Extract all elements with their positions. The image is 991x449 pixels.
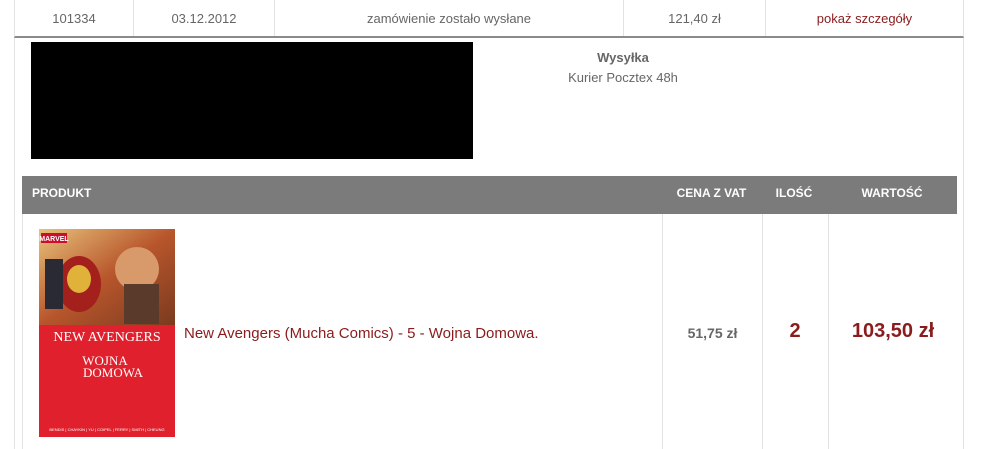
header-product: PRODUKT: [32, 186, 92, 200]
table-row: MARVEL NEW AVENGERS WOJNA DOMOWA BENDIS …: [22, 214, 957, 449]
cover-credits: BENDIS | CHAYKIN | YU | COIPEL | FERRY |…: [49, 427, 164, 432]
header-price: CENA Z VAT: [676, 186, 747, 200]
quantity: 2: [789, 320, 801, 342]
line-value: 103,50 zł: [851, 320, 935, 342]
product-cover-image[interactable]: MARVEL NEW AVENGERS WOJNA DOMOWA BENDIS …: [39, 229, 175, 437]
shipping-title: Wysyłka: [597, 50, 649, 65]
cover-title: NEW AVENGERS: [53, 330, 160, 345]
order-summary-row: 101334 03.12.2012 zamówienie zostało wys…: [14, 0, 964, 38]
header-value: WARTOŚĆ: [861, 186, 923, 200]
unit-price: 51,75 zł: [687, 325, 738, 341]
product-name-link[interactable]: New Avengers (Mucha Comics) - 5 - Wojna …: [184, 325, 539, 342]
shipping-method: Kurier Pocztex 48h: [568, 70, 678, 85]
order-details-panel: Wysyłka Kurier Pocztex 48h PRODUKT CENA …: [14, 38, 964, 449]
order-id: 101334: [15, 0, 134, 36]
cover-subtitle-2: DOMOWA: [83, 365, 144, 380]
order-date: 03.12.2012: [134, 0, 275, 36]
redacted-address-block: [31, 42, 473, 159]
order-status: zamówienie zostało wysłane: [275, 0, 624, 36]
publisher-logo: MARVEL: [39, 236, 69, 243]
shipping-info: Wysyłka Kurier Pocztex 48h: [523, 50, 723, 85]
order-total: 121,40 zł: [624, 0, 766, 36]
header-quantity: ILOŚĆ: [775, 186, 813, 200]
products-table: PRODUKT CENA Z VAT ILOŚĆ WARTOŚĆ MARVEL …: [22, 176, 957, 449]
show-details-link[interactable]: pokaż szczegóły: [766, 0, 963, 36]
products-table-header: PRODUKT CENA Z VAT ILOŚĆ WARTOŚĆ: [22, 176, 957, 214]
